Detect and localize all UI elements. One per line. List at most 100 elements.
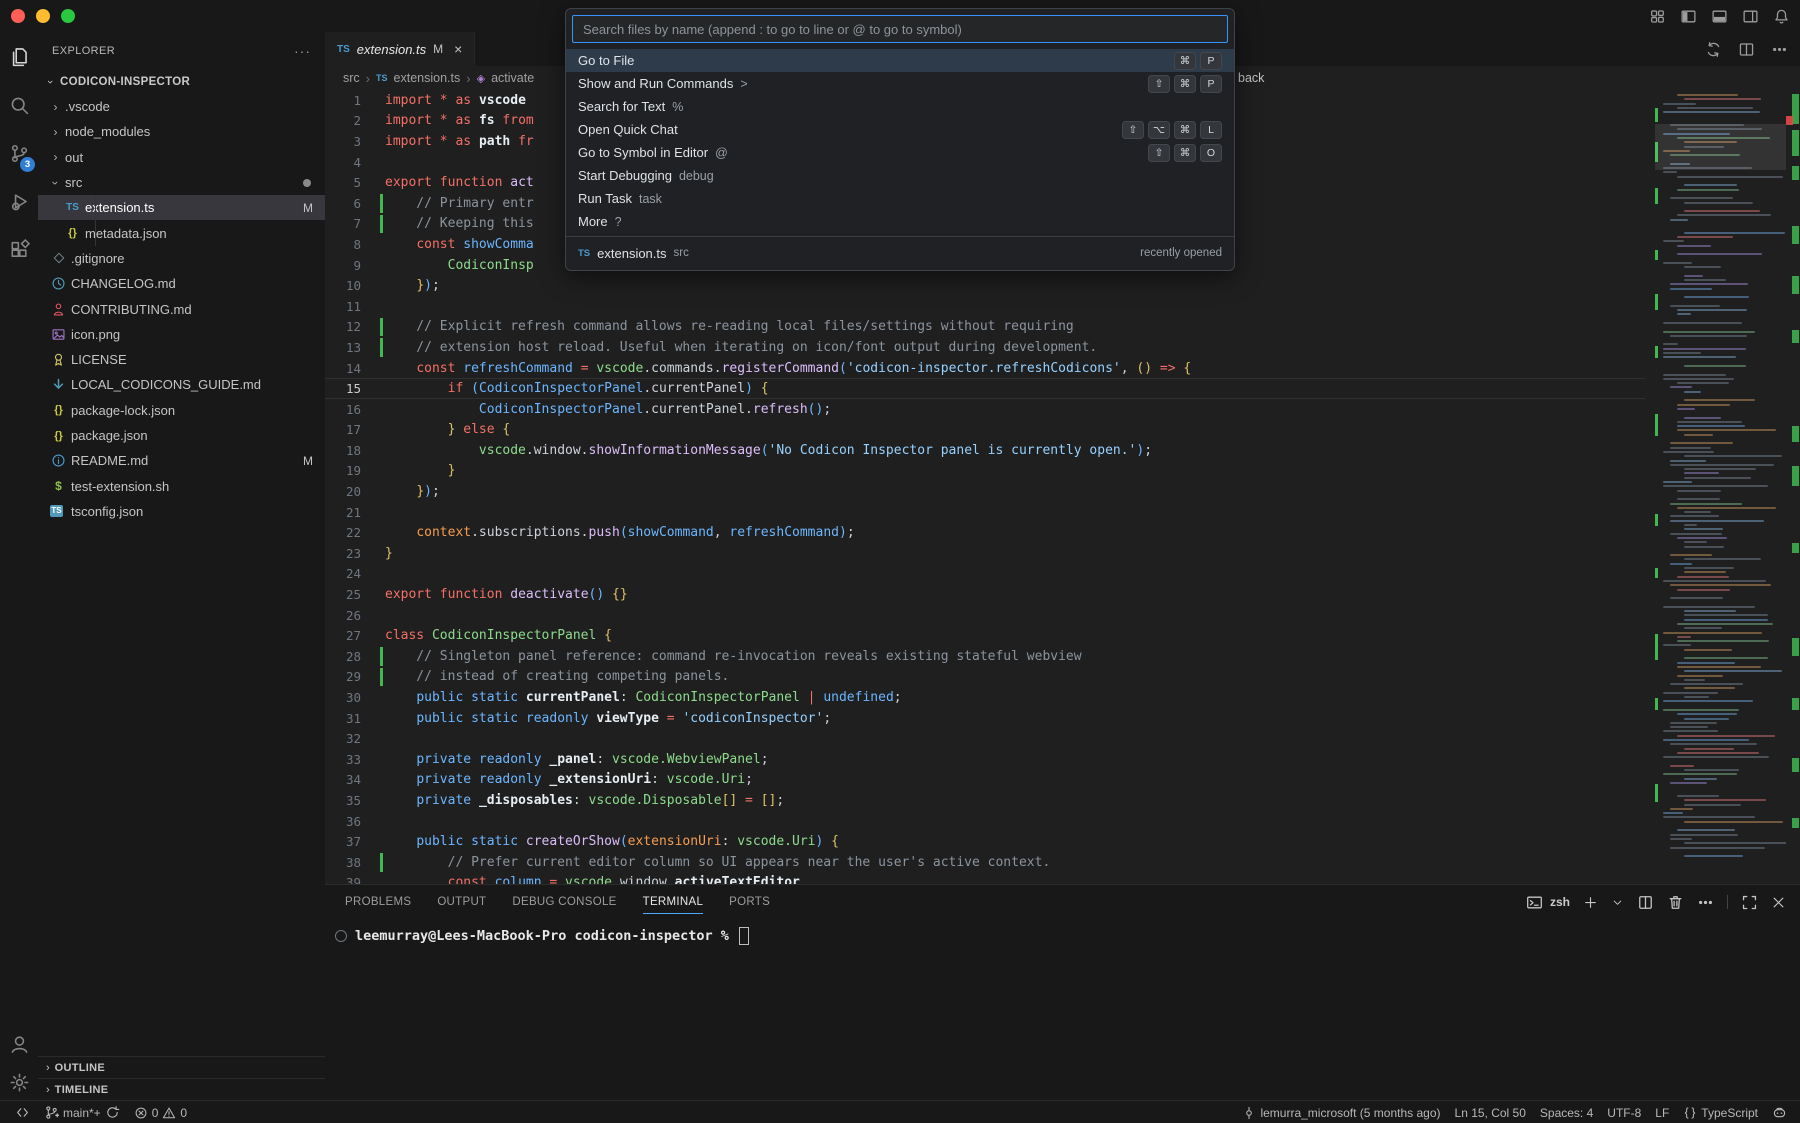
line-number: 28 [325,649,375,664]
palette-item-search-for-text[interactable]: Search for Text% [566,95,1234,118]
palette-item-start-debugging[interactable]: Start Debuggingdebug [566,164,1234,187]
timeline-section[interactable]: › TIMELINE [38,1078,325,1100]
quick-open-input[interactable] [572,15,1228,43]
sidebar-more-icon[interactable]: ··· [294,43,311,59]
layout-icon[interactable] [1649,8,1666,25]
line-number: 7 [325,216,375,231]
problems-item[interactable]: 00 [127,1101,194,1123]
project-root-folder[interactable]: › CODICON-INSPECTOR [38,70,325,94]
file-icon-png[interactable]: icon.png [38,322,325,347]
palette-item-show-and-run-commands[interactable]: Show and Run Commands>⇧⌘P [566,72,1234,95]
commit-info[interactable]: lemurra_microsoft (5 months ago) [1235,1101,1447,1123]
maximize-icon[interactable] [1741,894,1758,911]
tab-extension-ts[interactable]: TS extension.ts M × [325,32,475,66]
cursor-position[interactable]: Ln 15, Col 50 [1448,1101,1533,1123]
palette-item-more[interactable]: More? [566,210,1234,233]
breadcrumb-file[interactable]: extension.ts [394,71,461,85]
minimap-slider[interactable] [1655,124,1786,170]
file-tsconfig-json[interactable]: TStsconfig.json [38,499,325,524]
minimap-line [1684,279,1726,281]
minimap-line [1677,421,1742,423]
recent-file-row[interactable]: TS extension.ts src recently opened [566,240,1234,266]
zoom-window-button[interactable] [61,9,75,23]
activity-run-debug[interactable] [0,179,38,223]
encoding[interactable]: UTF-8 [1600,1101,1648,1123]
minimap-line [1684,821,1783,823]
palette-item-go-to-symbol-in-editor[interactable]: Go to Symbol in Editor@⇧⌘O [566,141,1234,164]
language-mode[interactable]: TypeScript [1676,1101,1765,1123]
breadcrumb-symbol[interactable]: activate [491,71,534,85]
panel-tab-output[interactable]: OUTPUT [437,885,486,919]
panel-left-icon[interactable] [1680,8,1697,25]
remote-indicator[interactable] [8,1101,37,1123]
file-contributing-md[interactable]: CONTRIBUTING.md [38,296,325,321]
panel-tab-ports[interactable]: PORTS [729,885,770,919]
quick-open-textbox[interactable] [581,21,1219,38]
line-number: 17 [325,422,375,437]
panel-tab-debug-console[interactable]: DEBUG CONSOLE [512,885,616,919]
minimap-line [1677,253,1762,255]
close-tab-icon[interactable]: × [454,41,462,57]
ruler-change-mark [1792,426,1799,442]
close-icon[interactable] [1771,895,1786,910]
palette-item-run-task[interactable]: Run Tasktask [566,187,1234,210]
split-pane-icon[interactable] [1637,894,1654,911]
folder-src[interactable]: ›src [38,170,325,195]
file-package-lock-json[interactable]: {}package-lock.json [38,398,325,423]
file-license[interactable]: LICENSE [38,347,325,372]
bell-icon[interactable] [1773,8,1790,25]
activity-settings[interactable] [0,1060,38,1104]
git-branch-item[interactable]: main*+ [37,1101,127,1123]
activity-source-control[interactable]: 3 [0,131,38,175]
activity-search[interactable] [0,83,38,127]
minimap-line [1670,335,1747,337]
keycap: P [1200,75,1222,93]
file-metadata-json[interactable]: {}metadata.json [38,220,325,245]
file-extension-ts[interactable]: TSextension.tsM [38,195,325,220]
minimap-line [1677,662,1735,664]
panel-bottom-icon[interactable] [1711,8,1728,25]
eol[interactable]: LF [1648,1101,1676,1123]
indentation[interactable]: Spaces: 4 [1533,1101,1600,1123]
more-icon[interactable] [1771,41,1788,58]
close-window-button[interactable] [11,9,25,23]
code-line-26: 26 [325,605,1645,626]
activity-explorer[interactable] [0,35,38,79]
palette-item-open-quick-chat[interactable]: Open Quick Chat⇧⌥⌘L [566,118,1234,141]
open-changes-icon[interactable] [1705,41,1722,58]
minimap[interactable] [1655,90,1786,884]
minimap-line [1684,472,1719,474]
sidebar-title: EXPLORER [52,45,115,57]
panel-tab-problems[interactable]: PROBLEMS [345,885,411,919]
chevron-down-icon[interactable] [1611,896,1624,909]
terminal[interactable]: leemurray@Lees-MacBook-Pro codicon-inspe… [335,927,749,945]
file-test-extension-sh[interactable]: $test-extension.sh [38,473,325,498]
file-name: package.json [67,428,148,443]
folder-node-modules[interactable]: ›node_modules [38,119,325,144]
activity-extensions[interactable] [0,227,38,271]
file-readme-md[interactable]: README.mdM [38,448,325,473]
minimap-line [1677,404,1730,406]
file-package-json[interactable]: {}package.json [38,423,325,448]
minimap-line [1677,507,1776,509]
plus-icon[interactable] [1583,895,1598,910]
palette-item-go-to-file[interactable]: Go to File⌘P [566,49,1234,72]
panel-tab-terminal[interactable]: TERMINAL [643,885,704,919]
more-icon[interactable] [1697,894,1714,911]
folder--vscode[interactable]: ›.vscode [38,94,325,119]
folder-out[interactable]: ›out [38,145,325,170]
minimize-window-button[interactable] [36,9,50,23]
code-text: import * as vscode [375,93,526,108]
code-line-27: 27class CodiconInspectorPanel { [325,625,1645,646]
breadcrumb-src[interactable]: src [343,71,360,85]
outline-section[interactable]: › OUTLINE [38,1056,325,1078]
minimap-line [1684,571,1726,573]
file--gitignore[interactable]: .gitignore [38,246,325,271]
panel-right-icon[interactable] [1742,8,1759,25]
trash-icon[interactable] [1667,894,1684,911]
copilot-status[interactable] [1765,1101,1794,1123]
split-editor-icon[interactable] [1738,41,1755,58]
minimap-line [1670,460,1706,462]
file-local-codicons-guide-md[interactable]: LOCAL_CODICONS_GUIDE.md [38,372,325,397]
file-changelog-md[interactable]: CHANGELOG.md [38,271,325,296]
